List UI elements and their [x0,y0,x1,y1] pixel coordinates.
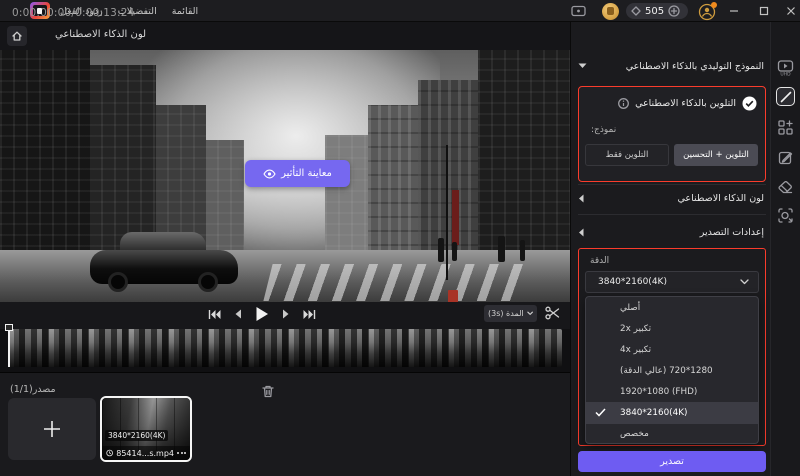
pedestrian [438,238,444,262]
thumbnail-info-bar: 85414...s.mp4 [102,446,190,460]
pedestrian [498,236,505,262]
skip-start-button[interactable] [208,309,221,320]
play-button[interactable] [255,306,269,322]
ai-colorize-card: التلوين بالذكاء الاصطناعي نموذج: التلوين… [578,86,766,182]
uhd-preview-icon[interactable]: UHD [776,58,795,77]
resolution-option[interactable]: تكبير 2x [586,318,758,339]
ai-colorize-title: التلوين بالذكاء الاصطناعي [635,98,736,109]
credits-count: 505 [645,5,665,17]
colorize-only-button[interactable]: التلوين فقط [585,144,669,166]
resolution-option[interactable]: 1920*1080 (FHD) [586,381,758,402]
duration-dropdown[interactable]: المدة (3s) [484,305,537,322]
export-label: تصدير [660,456,684,467]
chevron-left-icon [579,194,584,202]
close-button[interactable] [779,0,800,22]
add-credits-icon[interactable] [668,5,680,17]
car [90,232,238,294]
source-count-label: مصدر(1/1) [10,384,56,395]
section-ai-color[interactable]: لون الذكاء الاصطناعي [578,190,764,206]
chevron-left-icon [579,228,584,236]
preview-effect-label: معاينة التأثير [281,168,332,179]
timecode: 0:00:00:00/0:00:13:24 [12,7,135,19]
red-sign [448,290,458,302]
source-thumbnail[interactable]: 3840*2160(4K) 85414...s.mp4 [100,396,192,462]
cut-button[interactable] [543,304,561,322]
colorize-enhance-label: التلوين + التحسين [683,150,749,160]
colorize-only-label: التلوين فقط [605,150,649,160]
resolution-option[interactable]: مخصص [586,424,758,443]
crosswalk [263,264,525,301]
timeline-filmstrip[interactable] [8,329,562,367]
notification-dot [711,2,717,8]
playhead-handle[interactable] [5,324,13,331]
maximize-button[interactable] [752,0,776,22]
resolution-option[interactable]: 1280*720 (عالي الدقة) [586,360,758,381]
resolution-option[interactable]: أصلي [586,297,758,318]
chevron-down-icon [527,311,533,315]
thumbnail-resolution-badge: 3840*2160(4K) [105,430,169,441]
minimize-button[interactable] [722,0,746,22]
traffic-pole [446,145,448,280]
face-enhance-icon[interactable] [776,206,795,225]
model-label: نموذج: [591,125,617,135]
red-banner [452,190,459,245]
diamond-icon [631,6,641,16]
page-title: لون الذكاء الاصطناعي [55,29,147,40]
eye-icon [263,169,276,178]
menu-main[interactable]: القائمة [172,6,198,17]
clock-icon [106,449,113,457]
divider [578,184,766,185]
avatar[interactable] [602,3,619,20]
duration-label: المدة (3s) [488,309,524,318]
edit-icon[interactable] [776,148,795,167]
resolution-select[interactable]: 3840*2160(4K) [585,271,759,293]
info-icon[interactable] [618,98,630,109]
resolution-value: 3840*2160(4K) [598,277,667,287]
prev-frame-button[interactable] [234,309,242,319]
thumbnail-filename: 85414...s.mp4 [116,448,174,458]
colorize-tool-icon[interactable] [776,87,795,106]
trash-icon[interactable] [260,383,276,399]
next-frame-button[interactable] [282,309,290,319]
export-button[interactable]: تصدير [578,451,766,472]
app-window: ردود الفعل التفضيلات القائمة 505 لون الذ… [0,0,800,476]
section-generative-model[interactable]: النموذج التوليدي بالذكاء الاصطناعي [578,58,764,74]
chevron-down-icon [578,63,587,68]
add-grid-icon[interactable] [776,118,795,137]
home-button[interactable] [7,26,27,46]
divider [578,214,766,215]
playhead[interactable] [8,329,10,367]
colorize-enhance-button[interactable]: التلوين + التحسين [674,144,758,166]
skip-end-button[interactable] [303,309,316,320]
resolution-option[interactable]: تكبير 4x [586,339,758,360]
credits-pill[interactable]: 505 [626,3,688,19]
svg-text:UHD: UHD [780,71,791,76]
resolution-option-selected[interactable]: 3840*2160(4K) [586,402,758,424]
section-generative-model-label: النموذج التوليدي بالذكاء الاصطناعي [625,60,764,72]
preview-effect-button[interactable]: معاينة التأثير [245,160,350,187]
eraser-icon[interactable] [776,178,795,197]
chevron-down-icon [740,279,749,285]
resolution-dropdown: أصلي تكبير 2x تكبير 4x 1280*720 (عالي ال… [585,296,759,444]
add-source-button[interactable] [8,398,96,460]
section-ai-color-label: لون الذكاء الاصطناعي [677,192,765,204]
check-circle-icon[interactable] [742,96,757,111]
section-export-settings[interactable]: إعدادات التصدير [578,224,764,240]
more-options-icon[interactable] [177,452,186,454]
account-icon[interactable] [698,2,717,21]
screen-record-icon[interactable] [569,4,587,18]
pedestrian [520,240,525,261]
check-icon [595,408,606,418]
pedestrian [452,242,457,261]
section-export-settings-label: إعدادات التصدير [699,226,764,238]
resolution-label: الدقة [590,256,610,266]
plus-icon [44,421,60,437]
